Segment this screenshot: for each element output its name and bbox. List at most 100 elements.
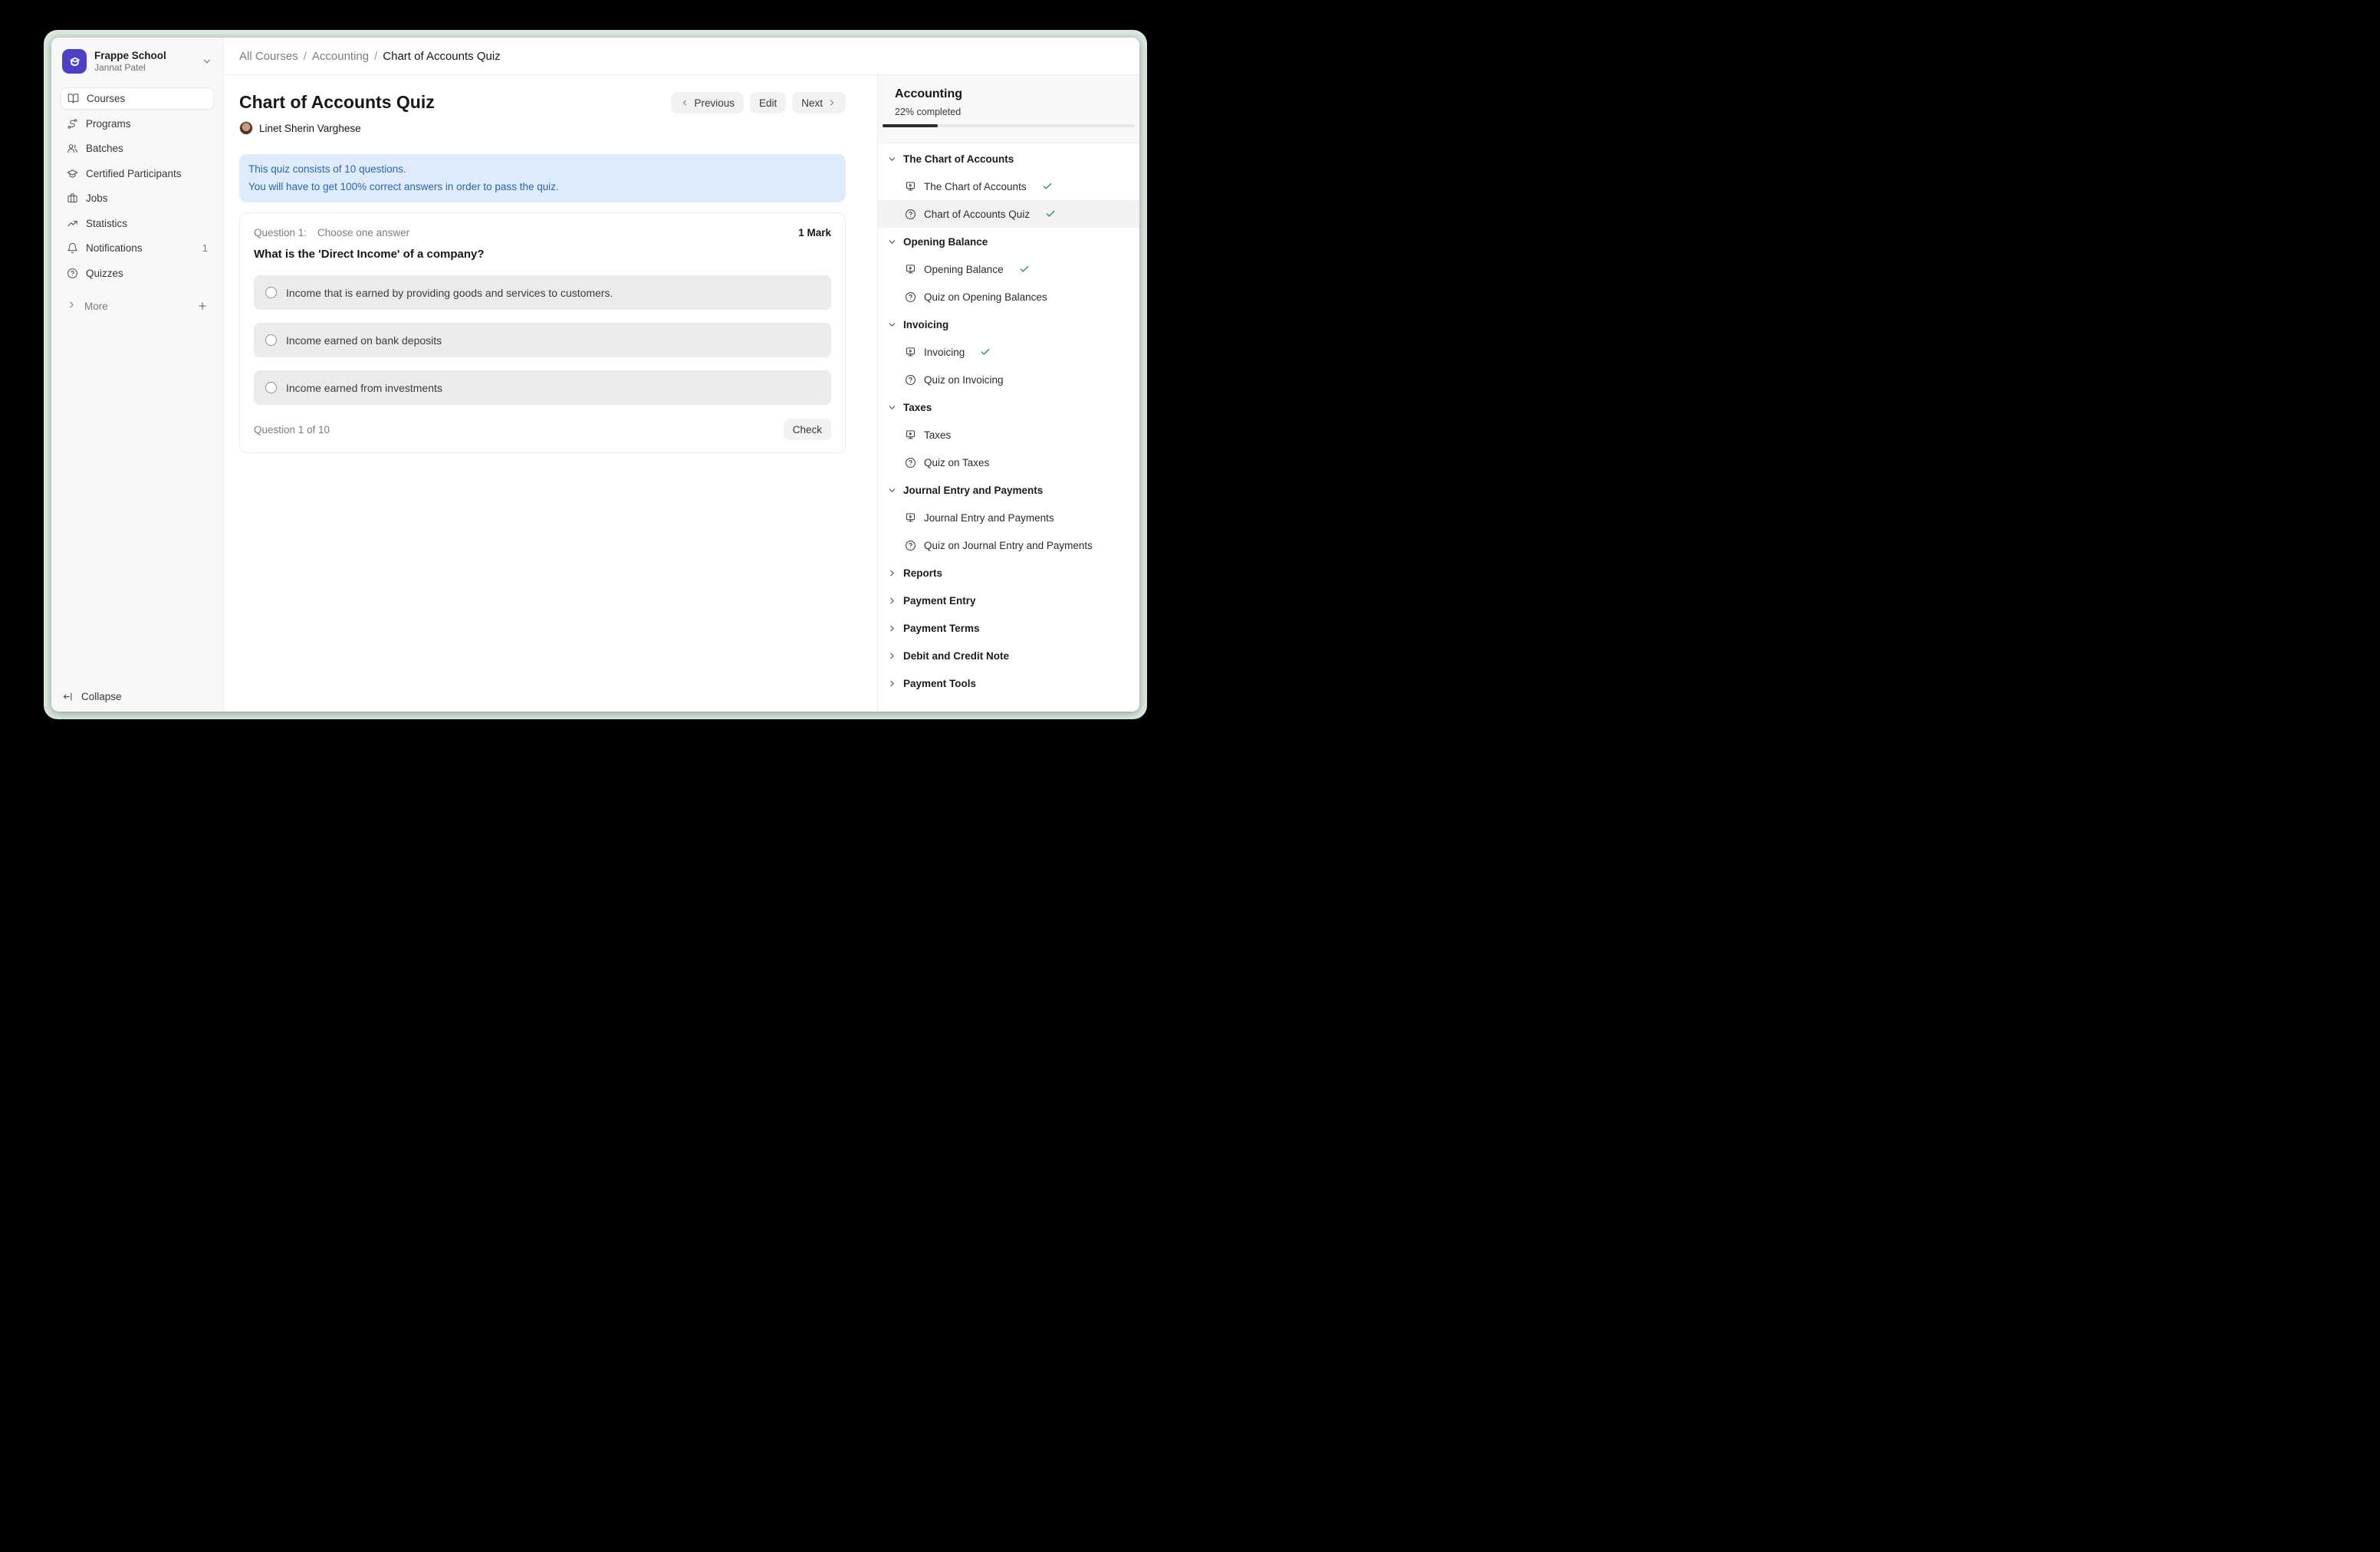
outline-section-label: Reports — [903, 567, 942, 579]
outline-section-payment-terms[interactable]: Payment Terms — [878, 614, 1139, 642]
breadcrumb-accounting[interactable]: Accounting — [312, 50, 369, 63]
option-label: Income that is earned by providing goods… — [286, 287, 613, 299]
previous-button[interactable]: Previous — [671, 92, 744, 113]
school-switcher[interactable]: Frappe School Jannat Patel — [51, 38, 223, 81]
sidebar-item-label: Courses — [87, 93, 125, 104]
chevron-right-icon — [67, 300, 77, 312]
completed-check-icon — [1042, 181, 1053, 192]
chevron-down-icon[interactable] — [202, 56, 212, 67]
next-button[interactable]: Next — [792, 92, 846, 113]
school-name: Frappe School — [94, 49, 194, 62]
outline-quiz-on-opening-balances[interactable]: Quiz on Opening Balances — [878, 283, 1139, 311]
chevron-right-icon — [887, 568, 897, 578]
outline-quiz-chart-of-accounts-quiz[interactable]: Chart of Accounts Quiz — [878, 200, 1139, 228]
sidebar-more[interactable]: More — [61, 295, 214, 317]
quiz-help-icon — [905, 540, 916, 551]
briefcase-icon — [67, 192, 78, 204]
notifications-count-badge: 1 — [202, 242, 208, 254]
sidebar-item-label: Jobs — [86, 192, 108, 204]
sidebar-item-programs[interactable]: Programs — [61, 113, 214, 135]
outline-section-opening-balance[interactable]: Opening Balance — [878, 228, 1139, 255]
outline-section-label: Taxes — [903, 402, 932, 413]
outline-lesson-taxes[interactable]: Taxes — [878, 421, 1139, 449]
frappe-school-logo — [62, 49, 87, 74]
user-name: Jannat Patel — [94, 62, 194, 74]
quiz-help-icon — [905, 209, 916, 220]
question-number: Question 1: — [254, 227, 307, 238]
chevron-right-icon — [827, 98, 837, 107]
add-icon[interactable] — [197, 301, 208, 311]
quiz-help-icon — [905, 291, 916, 303]
option-2[interactable]: Income earned on bank deposits — [254, 323, 831, 357]
completed-check-icon — [980, 347, 991, 357]
outline-section-label: Journal Entry and Payments — [903, 485, 1043, 496]
outline-section-journal-entry-and-payments[interactable]: Journal Entry and Payments — [878, 476, 1139, 504]
sidebar-item-label: Quizzes — [86, 268, 123, 279]
chevron-down-icon — [887, 320, 897, 330]
outline-quiz-on-invoicing[interactable]: Quiz on Invoicing — [878, 366, 1139, 393]
outline-section-reports[interactable]: Reports — [878, 559, 1139, 587]
outline-section-the-chart-of-accounts[interactable]: The Chart of Accounts — [878, 145, 1139, 173]
option-3[interactable]: Income earned from investments — [254, 370, 831, 405]
options-list: Income that is earned by providing goods… — [254, 275, 831, 405]
users-icon — [67, 143, 78, 154]
previous-label: Previous — [694, 97, 735, 109]
screen: Frappe School Jannat Patel Courses Progr… — [0, 0, 1202, 784]
sidebar-collapse-button[interactable]: Collapse — [62, 691, 122, 702]
sidebar-item-label: Certified Participants — [86, 168, 182, 179]
sidebar-item-courses[interactable]: Courses — [61, 87, 214, 110]
question-progress: Question 1 of 10 — [254, 424, 330, 436]
sidebar-item-quizzes[interactable]: Quizzes — [61, 262, 214, 284]
outline-section-label: Debit and Credit Note — [903, 650, 1009, 662]
outline-section-taxes[interactable]: Taxes — [878, 393, 1139, 421]
outline-item-label: Quiz on Invoicing — [924, 374, 1004, 386]
sidebar-item-certified-participants[interactable]: Certified Participants — [61, 163, 214, 185]
main-region: All Courses / Accounting / Chart of Acco… — [224, 38, 1139, 712]
app-window: Frappe School Jannat Patel Courses Progr… — [51, 38, 1139, 712]
chevron-down-icon — [887, 237, 897, 247]
question-marks: 1 Mark — [798, 227, 831, 238]
outline-section-payment-tools[interactable]: Payment Tools — [878, 669, 1139, 697]
radio-icon[interactable] — [265, 334, 277, 346]
next-label: Next — [801, 97, 823, 109]
outline-quiz-on-taxes[interactable]: Quiz on Taxes — [878, 449, 1139, 476]
sidebar-item-batches[interactable]: Batches — [61, 137, 214, 159]
quiz-help-icon — [905, 374, 916, 386]
option-1[interactable]: Income that is earned by providing goods… — [254, 275, 831, 310]
radio-icon[interactable] — [265, 287, 277, 298]
sidebar-item-jobs[interactable]: Jobs — [61, 187, 214, 209]
window-frame: Frappe School Jannat Patel Courses Progr… — [44, 30, 1147, 719]
outline-section-invoicing[interactable]: Invoicing — [878, 311, 1139, 338]
check-button[interactable]: Check — [784, 419, 831, 440]
chevron-left-icon — [680, 98, 689, 107]
head-buttons: Previous Edit Next — [671, 92, 846, 113]
help-circle-icon — [67, 268, 78, 279]
outline-lesson-invoicing[interactable]: Invoicing — [878, 338, 1139, 366]
sidebar-item-label: Notifications — [86, 242, 143, 254]
sidebar-item-notifications[interactable]: Notifications 1 — [61, 237, 214, 259]
radio-icon[interactable] — [265, 382, 277, 393]
sidebar-more-label: More — [84, 301, 108, 312]
outline-quiz-on-journal-entry-and-payments[interactable]: Quiz on Journal Entry and Payments — [878, 531, 1139, 559]
chevron-right-icon — [887, 623, 897, 633]
chevron-down-icon — [887, 485, 897, 495]
outline-lesson-journal-entry-and-payments[interactable]: Journal Entry and Payments — [878, 504, 1139, 531]
outline-section-payment-entry[interactable]: Payment Entry — [878, 587, 1139, 614]
sidebar-item-statistics[interactable]: Statistics — [61, 212, 214, 235]
outline-item-label: Taxes — [924, 429, 951, 441]
outline-section-label: Payment Tools — [903, 678, 976, 689]
book-open-icon — [67, 93, 79, 104]
chevron-down-icon — [887, 403, 897, 413]
edit-button[interactable]: Edit — [750, 92, 786, 113]
quiz-help-icon — [905, 457, 916, 469]
outline-section-label: Payment Entry — [903, 595, 976, 607]
course-panel-header: Accounting 22% completed — [878, 75, 1139, 143]
chevron-right-icon — [887, 596, 897, 606]
outline-item-label: The Chart of Accounts — [924, 181, 1027, 192]
outline-section-debit-and-credit-note[interactable]: Debit and Credit Note — [878, 642, 1139, 669]
outline-item-label: Chart of Accounts Quiz — [924, 209, 1030, 220]
breadcrumb-all-courses[interactable]: All Courses — [239, 50, 298, 63]
sidebar-item-label: Programs — [86, 118, 131, 130]
outline-lesson-opening-balance[interactable]: Opening Balance — [878, 255, 1139, 283]
outline-lesson-the-chart-of-accounts[interactable]: The Chart of Accounts — [878, 173, 1139, 200]
